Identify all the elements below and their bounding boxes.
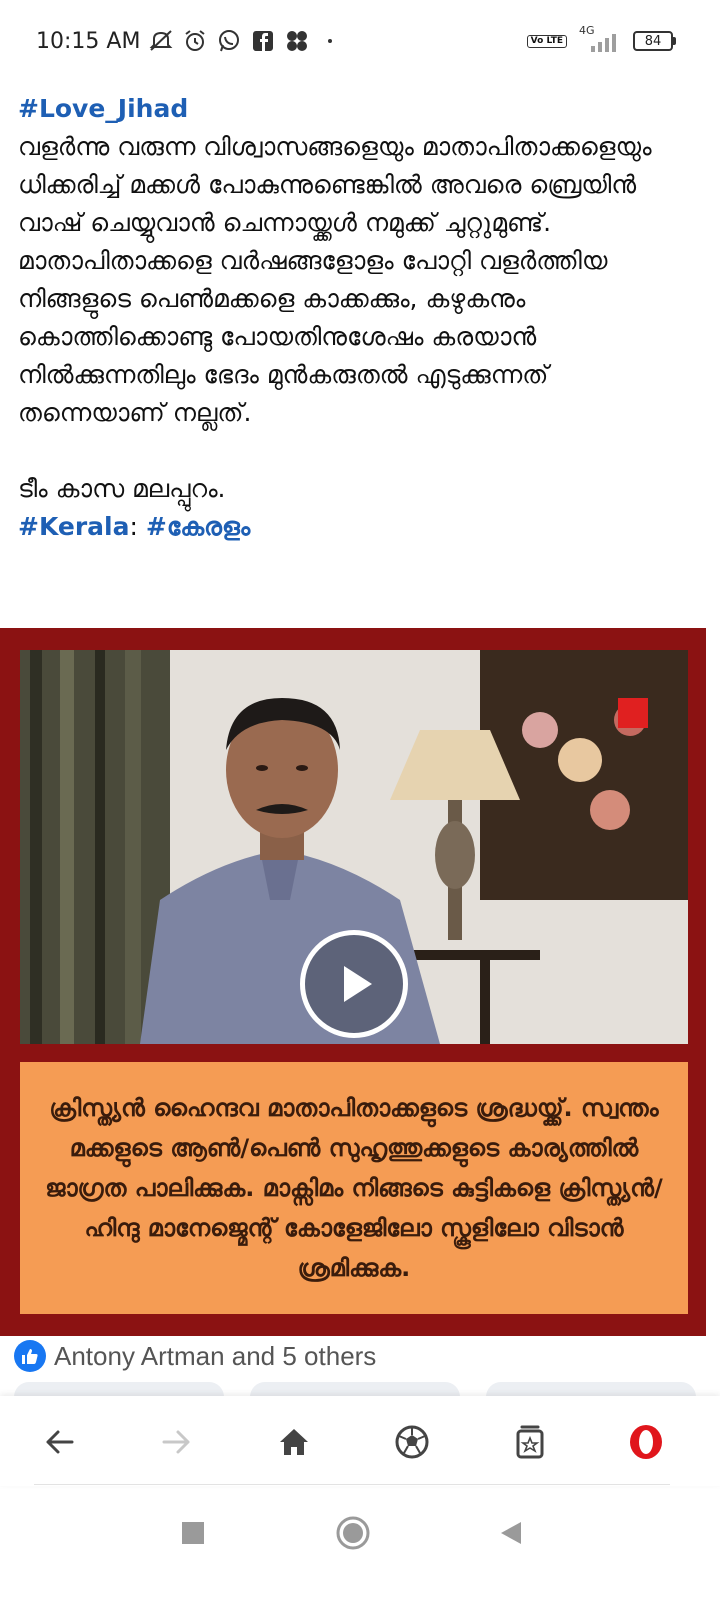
status-right: Vo LTE 4G 84: [526, 24, 676, 54]
battery-level: 84: [633, 31, 673, 51]
app-icon: [284, 28, 310, 54]
network-label: 4G: [579, 24, 595, 37]
circle-icon: [336, 1516, 370, 1550]
back-icon: [46, 1430, 74, 1454]
battery-icon: 84: [633, 31, 676, 51]
action-buttons-row: [0, 1382, 720, 1412]
caption-box: ക്രിസ്ത്യൻ ഹൈന്ദവ മാതാപിതാക്കളുടെ ശ്രദ്ധ…: [20, 1062, 688, 1314]
football-icon: [395, 1425, 429, 1459]
image-caption: ക്രിസ്ത്യൻ ഹൈന്ദവ മാതാപിതാക്കളുടെ ശ്രദ്ധ…: [45, 1094, 663, 1282]
system-navigation-bar: [0, 1490, 720, 1600]
post-body: വളർന്നു വരുന്ന വിശ്വാസങ്ങളെയും മാതാപിതാക…: [18, 132, 652, 427]
post-text: #Love_Jihad വളർന്നു വരുന്ന വിശ്വാസങ്ങളെയ…: [18, 90, 698, 546]
opera-menu-button[interactable]: [622, 1418, 670, 1466]
hashtag-love-jihad[interactable]: #Love_Jihad: [18, 90, 698, 128]
alarm-icon: [182, 28, 208, 54]
video-thumbnail[interactable]: [20, 650, 688, 1044]
status-bar: 10:15 AM Vo LTE 4G 84: [0, 0, 720, 84]
volte-badge: Vo LTE: [526, 34, 567, 48]
hashtag-keralam[interactable]: #കേരളം: [146, 512, 250, 541]
home-button[interactable]: [270, 1418, 318, 1466]
reactions-row[interactable]: Antony Artman and 5 others: [14, 1340, 376, 1372]
football-button[interactable]: [388, 1418, 436, 1466]
tabs-icon: [516, 1425, 544, 1459]
opera-icon: [630, 1425, 662, 1459]
home-system-button[interactable]: [330, 1510, 376, 1556]
browser-bottom-bar: [0, 1396, 720, 1486]
tabs-button[interactable]: [506, 1418, 554, 1466]
back-button[interactable]: [36, 1418, 84, 1466]
status-left: 10:15 AM: [36, 28, 333, 54]
whatsapp-icon: [216, 28, 242, 54]
status-time: 10:15 AM: [36, 28, 141, 54]
post-media: ക്രിസ്ത്യൻ ഹൈന്ദവ മാതാപിതാക്കളുടെ ശ്രദ്ധ…: [0, 628, 706, 1336]
post-signature: ടീം കാസ മലപ്പുറം.: [18, 474, 226, 503]
reactions-text[interactable]: Antony Artman and 5 others: [54, 1341, 376, 1372]
post-hashtags: #Kerala: #കേരളം: [18, 508, 698, 546]
back-system-button[interactable]: [488, 1510, 534, 1556]
facebook-icon: [250, 28, 276, 54]
forward-icon: [162, 1430, 190, 1454]
home-icon: [280, 1429, 308, 1455]
like-icon: [14, 1340, 46, 1372]
recents-button[interactable]: [170, 1510, 216, 1556]
mute-icon: [148, 28, 174, 54]
hashtag-kerala[interactable]: #Kerala: [18, 512, 129, 541]
signal-icon: 4G: [577, 24, 623, 54]
play-icon: [344, 966, 372, 1002]
square-icon: [182, 1522, 204, 1544]
hashtag-separator: :: [129, 512, 138, 541]
play-button[interactable]: [300, 930, 408, 1038]
notification-dot: [328, 39, 333, 43]
triangle-back-icon: [501, 1522, 521, 1544]
forward-button[interactable]: [152, 1418, 200, 1466]
bar-divider: [34, 1484, 670, 1485]
